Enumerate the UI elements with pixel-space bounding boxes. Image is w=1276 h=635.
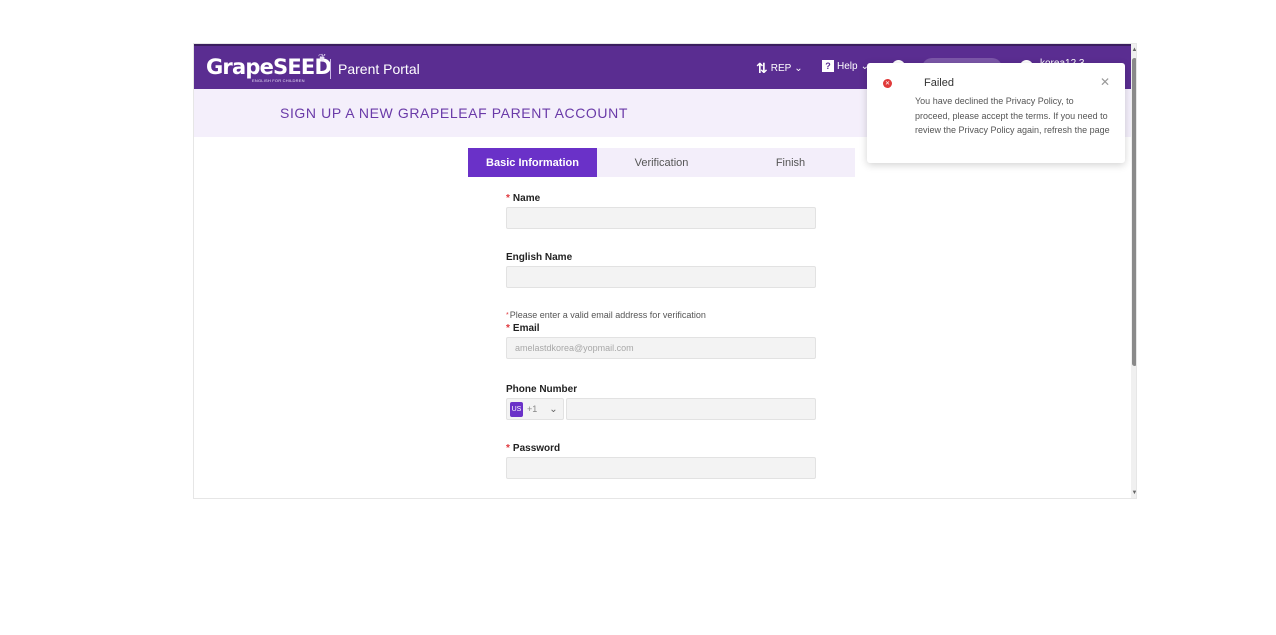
header-divider	[330, 59, 331, 79]
page-title: SIGN UP A NEW GRAPELEAF PARENT ACCOUNT	[280, 105, 628, 121]
english-name-label: English Name	[506, 252, 573, 263]
close-icon[interactable]: ✕	[1100, 75, 1110, 89]
step-finish[interactable]: Finish	[726, 148, 855, 177]
rep-label: REP	[770, 63, 792, 74]
scroll-down-icon[interactable]: ▼	[1131, 490, 1136, 496]
help-icon: ?	[822, 60, 834, 72]
required-marker: *	[506, 443, 510, 454]
phone-label: Phone Number	[506, 384, 578, 395]
grapeseed-logo[interactable]: GrapeSEED ❦ ENGLISH FOR CHILDREN	[206, 53, 332, 85]
scrollbar[interactable]: ▲ ▼	[1131, 44, 1136, 498]
scroll-up-icon[interactable]: ▲	[1131, 47, 1136, 53]
logo-tagline: ENGLISH FOR CHILDREN	[252, 78, 305, 83]
email-field-group: *Please enter a valid email address for …	[506, 309, 816, 359]
name-label: * Name	[506, 193, 541, 204]
email-hint: *Please enter a valid email address for …	[506, 310, 706, 320]
country-code: +1	[527, 404, 538, 414]
chevron-down-icon: ⌄	[794, 63, 803, 74]
signup-steps: Basic Information Verification Finish	[468, 148, 855, 177]
required-marker: *	[506, 323, 510, 334]
error-icon: ✕	[883, 79, 892, 88]
step-verification[interactable]: Verification	[597, 148, 726, 177]
portal-title: Parent Portal	[338, 61, 420, 77]
name-field-group: * Name	[506, 192, 816, 229]
phone-row: US +1 ⌄	[506, 398, 816, 420]
help-label: Help	[837, 60, 858, 72]
step-basic-information[interactable]: Basic Information	[468, 148, 597, 177]
swap-icon: ⇅	[756, 60, 768, 76]
logo-text: GrapeSEED	[206, 55, 332, 79]
scrollbar-thumb[interactable]	[1132, 58, 1136, 366]
phone-number-input[interactable]	[566, 398, 816, 420]
leaf-icon: ❦	[318, 53, 327, 64]
error-notification: ✕ Failed You have declined the Privacy P…	[867, 63, 1125, 163]
country-code-select[interactable]: US +1 ⌄	[506, 398, 564, 420]
notification-title: Failed	[924, 77, 954, 89]
required-marker: *	[506, 312, 509, 319]
notification-message: You have declined the Privacy Policy, to…	[915, 96, 1110, 135]
english-name-input[interactable]	[506, 266, 816, 288]
us-flag-icon: US	[510, 401, 523, 417]
phone-field-group: Phone Number US +1 ⌄	[506, 383, 816, 420]
name-input[interactable]	[506, 207, 816, 229]
help-menu[interactable]: ? Help ⌄	[822, 60, 869, 72]
email-label: * Email	[506, 323, 540, 334]
password-input[interactable]	[506, 457, 816, 479]
english-name-field-group: English Name	[506, 251, 816, 288]
email-input[interactable]: amelastdkorea@yopmail.com	[506, 337, 816, 359]
chevron-down-icon: ⌄	[549, 403, 558, 415]
password-field-group: * Password	[506, 442, 816, 479]
rep-switcher[interactable]: ⇅ REP ⌄	[756, 60, 803, 77]
required-marker: *	[506, 193, 510, 204]
password-label: * Password	[506, 443, 561, 454]
